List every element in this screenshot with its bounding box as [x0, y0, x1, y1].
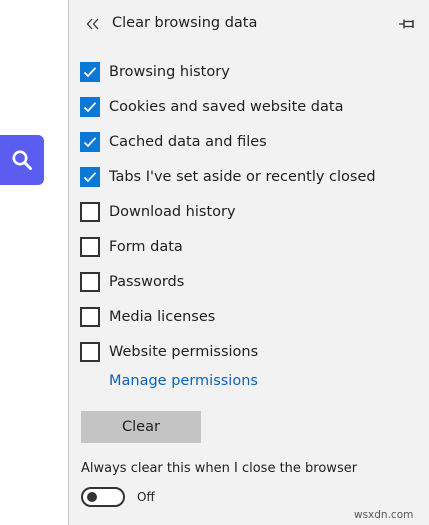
- option-cached-data-and-files[interactable]: Cached data and files: [80, 131, 267, 153]
- checkmark-icon: [83, 102, 97, 113]
- checkbox-label: Cached data and files: [109, 134, 267, 150]
- toggle-state-text: Off: [137, 490, 155, 504]
- checkbox-label: Cookies and saved website data: [109, 99, 344, 115]
- option-form-data[interactable]: Form data: [80, 236, 183, 258]
- always-clear-label: Always clear this when I close the brows…: [81, 461, 358, 476]
- search-icon: [12, 150, 32, 170]
- option-browsing-history[interactable]: Browsing history: [80, 61, 230, 83]
- checkbox-label: Form data: [109, 239, 183, 255]
- checkbox[interactable]: [80, 307, 100, 327]
- option-passwords[interactable]: Passwords: [80, 271, 184, 293]
- always-clear-toggle[interactable]: [81, 487, 125, 507]
- clear-button[interactable]: Clear: [81, 411, 201, 443]
- checkmark-icon: [83, 67, 97, 78]
- checkbox-label: Website permissions: [109, 344, 259, 360]
- checkbox[interactable]: [80, 62, 100, 82]
- checkbox-label: Media licenses: [109, 309, 216, 325]
- option-tabs-i-ve-set-aside-or-recently-closed[interactable]: Tabs I've set aside or recently closed: [80, 166, 376, 188]
- checkmark-icon: [83, 137, 97, 148]
- checkbox[interactable]: [80, 167, 100, 187]
- option-download-history[interactable]: Download history: [80, 201, 236, 223]
- option-media-licenses[interactable]: Media licenses: [80, 306, 215, 328]
- panel-title: Clear browsing data: [112, 15, 258, 31]
- pin-icon[interactable]: [397, 15, 417, 33]
- checkbox-label: Browsing history: [109, 64, 230, 80]
- watermark-text: wsxdn.com: [354, 509, 414, 521]
- clear-browsing-data-panel: Clear browsing data Browsing history Cook…: [68, 0, 429, 525]
- toggle-knob: [87, 492, 97, 502]
- option-website-permissions[interactable]: Website permissions: [80, 341, 258, 363]
- checkbox[interactable]: [80, 237, 100, 257]
- checkbox[interactable]: [80, 342, 100, 362]
- checkmark-icon: [83, 172, 97, 183]
- checkbox-label: Tabs I've set aside or recently closed: [109, 169, 376, 185]
- panel-header: Clear browsing data: [69, 0, 429, 48]
- checkbox[interactable]: [80, 272, 100, 292]
- manage-permissions-link[interactable]: Manage permissions: [109, 373, 258, 389]
- checkbox-label: Passwords: [109, 274, 185, 290]
- double-chevron-left-icon[interactable]: [83, 14, 103, 34]
- checkbox[interactable]: [80, 132, 100, 152]
- checkbox[interactable]: [80, 202, 100, 222]
- option-cookies-and-saved-website-data[interactable]: Cookies and saved website data: [80, 96, 343, 118]
- search-button[interactable]: [0, 135, 44, 185]
- checkbox[interactable]: [80, 97, 100, 117]
- page-background: [0, 0, 68, 525]
- checkbox-label: Download history: [109, 204, 236, 220]
